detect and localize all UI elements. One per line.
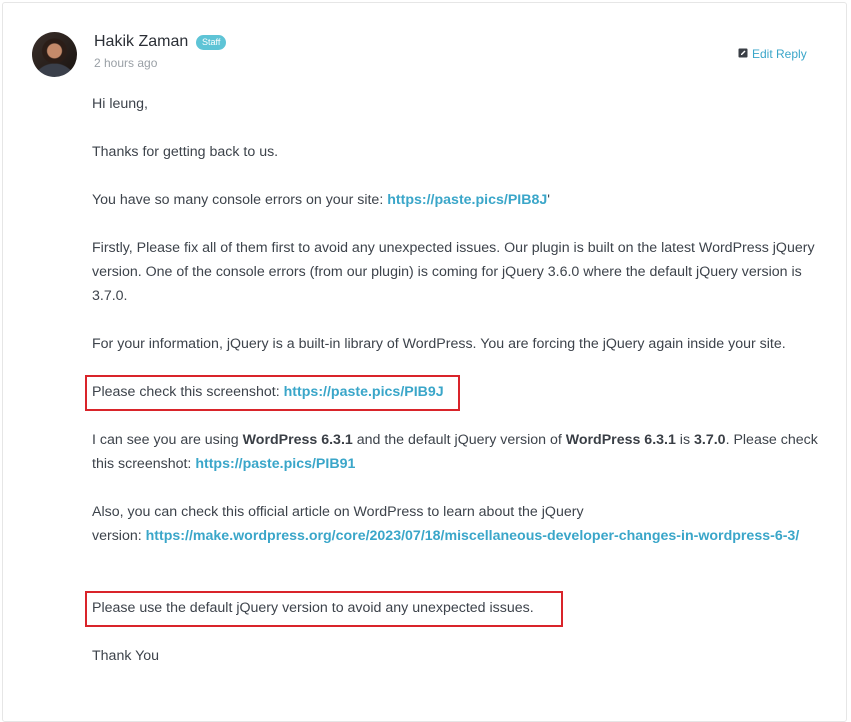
info-paragraph: For your information, jQuery is a built-… <box>92 336 786 352</box>
edit-reply-button[interactable]: Edit Reply <box>738 47 807 61</box>
thanks-paragraph: Thanks for getting back to us. <box>92 144 279 160</box>
edit-reply-label: Edit Reply <box>752 47 807 61</box>
article-link[interactable]: https://make.wordpress.org/core/2023/07/… <box>146 528 800 544</box>
article-link-line: version: https://make.wordpress.org/core… <box>92 524 812 548</box>
firstly-paragraph: Firstly, Please fix all of them first to… <box>92 240 815 304</box>
edit-icon <box>738 47 748 61</box>
highlight-box-default-jquery <box>85 591 563 627</box>
greeting: Hi leung, <box>92 96 148 112</box>
console-link[interactable]: https://paste.pics/PIB8J <box>387 192 547 208</box>
console-tail: ' <box>547 192 550 208</box>
console-text: You have so many console errors on your … <box>92 192 388 208</box>
version-screenshot-link[interactable]: https://paste.pics/PIB91 <box>195 456 355 472</box>
wp-version-2: WordPress 6.3.1 <box>565 432 676 448</box>
using-text-1: I can see you are using <box>92 432 243 448</box>
staff-badge: Staff <box>196 35 227 50</box>
version-paragraph: I can see you are using WordPress 6.3.1 … <box>92 428 827 476</box>
wp-version-1: WordPress 6.3.1 <box>242 432 353 448</box>
author-name[interactable]: Hakik Zaman <box>94 33 188 51</box>
jquery-version: 3.7.0 <box>694 432 726 448</box>
avatar[interactable] <box>32 32 77 77</box>
using-text-2: and the default jQuery version of <box>352 432 566 448</box>
reply-timestamp: 2 hours ago <box>94 56 158 70</box>
console-paragraph: You have so many console errors on your … <box>92 188 827 212</box>
signoff: Thank You <box>92 648 160 664</box>
highlight-box-screenshot <box>85 375 460 411</box>
using-text-3: is <box>675 432 694 448</box>
